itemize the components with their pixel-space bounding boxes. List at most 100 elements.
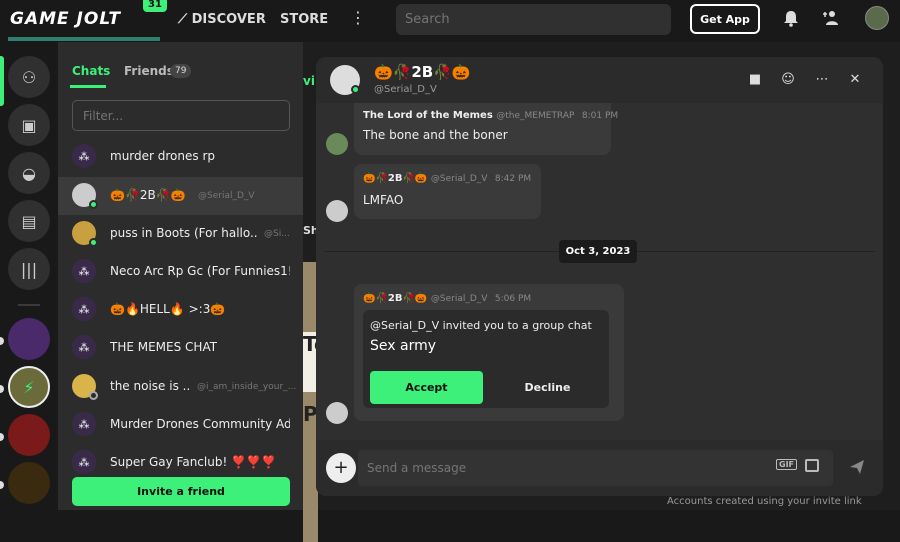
rail-divider [18,304,40,306]
invite-message-bubble: 🎃🥀2B🥀🎃 @Serial_D_V 5:06 PM @Serial_D_V i… [354,284,624,421]
gamejolt-logo[interactable]: GAME JOLT [10,9,121,29]
chat-list-item[interactable]: ⁂ Neco Arc Rp Gc (For Funnies1!... [58,253,303,291]
message-text: LMFAO [363,193,404,207]
invite-group-name: Sex army [370,338,437,354]
community-avatar-1[interactable] [8,318,50,360]
chat-list-item[interactable]: ⁂ Murder Drones Community Ad... [58,406,303,444]
friends-count-badge: 79 [170,64,192,78]
chat-filter-input[interactable] [72,100,290,131]
rail-books-button[interactable]: ||| [8,248,50,290]
get-app-button[interactable]: Get App [690,4,760,34]
chat-list-item[interactable]: puss in Boots (For hallo... @Si... [58,215,303,253]
chat-name: 🎃🔥HELL🔥 >:3🎃 [110,302,226,316]
accept-invite-button[interactable]: Accept [370,371,483,404]
message-avatar[interactable] [326,133,348,155]
community-avatar-4[interactable] [8,462,50,504]
group-chat-icon: ⁂ [72,144,96,168]
group-chat-icon: ⁂ [72,259,96,283]
sticker-icon[interactable] [805,459,819,472]
friend-requests-icon[interactable] [822,9,842,27]
nav-discover[interactable]: ⟋ DISCOVER [178,12,266,27]
left-rail: ⚇ ▣ ◒ ▤ ||| ⚡ [0,42,58,510]
chat-handle: @i_am_inside_your_... [197,382,297,392]
compass-icon: ⟋ [178,12,192,27]
offline-indicator [89,391,98,400]
message-input[interactable] [358,450,833,486]
community-avatar-2[interactable]: ⚡ [8,366,50,408]
group-chat-icon: ⁂ [72,297,96,321]
search-input[interactable] [396,4,671,35]
nav-store[interactable]: STORE [280,12,328,27]
gif-icon[interactable]: GIF [776,459,798,470]
active-tab-underline [70,85,106,88]
chat-list-item[interactable]: ⁂ THE MEMES CHAT [58,329,303,367]
chat-list-item-selected[interactable]: 🎃🥀2B🥀🎃 @Serial_D_V [58,177,303,215]
more-menu-icon[interactable]: ⋮ [350,8,366,27]
bag-icon: ▣ [21,115,37,135]
community-dot [0,481,4,489]
lightning-icon: ⚡ [23,377,35,397]
chat-handle: @Serial_D_V [374,84,437,95]
shelf-icon: ||| [20,259,38,279]
community-avatar-3[interactable] [8,414,50,456]
rail-activity-button[interactable]: ⚇ [8,56,50,98]
tab-friends[interactable]: Friends [124,64,174,78]
bell-icon[interactable] [782,9,800,27]
online-indicator [89,238,98,247]
group-invite-card: @Serial_D_V invited you to a group chat … [363,310,609,408]
video-icon[interactable]: ■ [747,71,763,87]
chat-name: Super Gay Fanclub! ❣️❣️❣️ [110,455,276,469]
chat-handle: @Serial_D_V [198,191,255,201]
user-avatar[interactable] [865,6,889,30]
author-name: The Lord of the Memes [363,110,493,121]
bot-icon: ▤ [21,211,37,231]
chat-name: THE MEMES CHAT [110,340,218,354]
author-handle: @Serial_D_V [430,174,488,184]
decline-invite-button[interactable]: Decline [491,371,604,404]
group-chat-icon: ⁂ [72,335,96,359]
message-avatar[interactable] [326,200,348,222]
add-attachment-button[interactable]: + [326,453,356,483]
send-icon[interactable] [849,459,865,475]
message-bubble: 🎃🥀2B🥀🎃 @Serial_D_V 8:42 PM LMFAO [354,164,541,219]
notification-count-badge: 31 [143,0,167,12]
invite-text: @Serial_D_V invited you to a group chat [370,319,592,332]
chat-window: 🎃🥀2B🥀🎃 @Serial_D_V ■ ☺ ⋯ ✕ The Lord of t… [316,57,883,496]
activity-icon: ⚇ [21,67,37,87]
chat-list-item[interactable]: ⁂ 🎃🔥HELL🔥 >:3🎃 [58,291,303,329]
chat-list-item[interactable]: the noise is ... @i_am_inside_your_... [58,368,303,406]
close-icon[interactable]: ✕ [847,71,863,87]
chat-name: the noise is ... [110,379,190,393]
message-time: 8:42 PM [494,174,532,184]
chat-name: 🎃🥀2B🥀🎃 [110,188,186,202]
chat-list-item[interactable]: ⁂ murder drones rp [58,138,303,176]
message-author: 🎃🥀2B🥀🎃 @Serial_D_V 8:42 PM [363,173,531,184]
rail-chat-button[interactable]: ▤ [8,200,50,242]
author-name: 🎃🥀2B🥀🎃 [363,173,428,184]
chat-name: Murder Drones Community Ad... [110,417,290,431]
online-indicator [351,85,360,94]
chat-list-panel: Chats Friends 79 ⁂ murder drones rp 🎃🥀2B… [58,42,303,510]
author-handle: @Serial_D_V [430,294,488,304]
author-handle: @the_MEMETRAP [496,111,575,121]
rail-active-indicator [0,56,4,106]
chat-header: 🎃🥀2B🥀🎃 @Serial_D_V ■ ☺ ⋯ ✕ [316,57,883,103]
top-bar: GAME JOLT 31 ⟋ DISCOVER STORE ⋮ Get App [0,0,900,42]
chat-name: Neco Arc Rp Gc (For Funnies1!... [110,264,290,278]
group-chat-icon: ⁂ [72,450,96,474]
add-member-icon[interactable]: ☺ [780,71,796,87]
chat-title: 🎃🥀2B🥀🎃 [374,63,471,81]
invite-friend-button[interactable]: Invite a friend [72,477,290,506]
bowl-icon: ◒ [22,163,36,183]
community-dot [0,433,4,441]
nav-discover-label: DISCOVER [191,12,266,27]
message-avatar[interactable] [326,402,348,424]
tab-chats[interactable]: Chats [72,64,110,78]
more-options-icon[interactable]: ⋯ [814,71,830,87]
rail-explore-button[interactable]: ◒ [8,152,50,194]
chat-name: puss in Boots (For hallo... [110,226,258,240]
rail-library-button[interactable]: ▣ [8,104,50,146]
community-dot [0,385,4,393]
message-time: 8:01 PM [581,111,619,121]
message-composer: + GIF [316,440,883,496]
